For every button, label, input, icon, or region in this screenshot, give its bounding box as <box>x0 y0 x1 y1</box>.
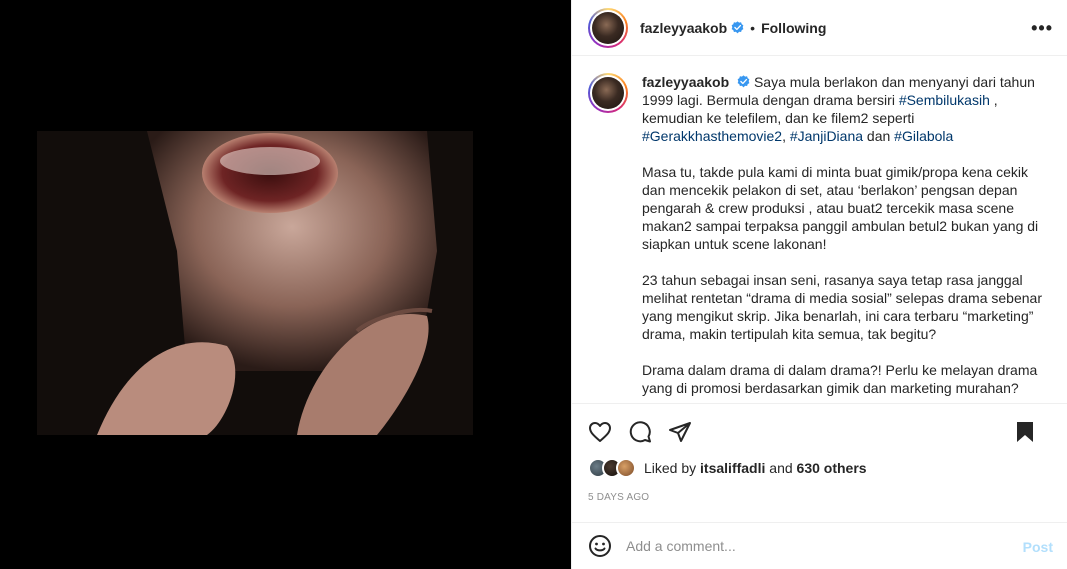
post-photo[interactable] <box>37 131 473 435</box>
hashtag-link[interactable]: #Gilabola <box>894 128 953 144</box>
likes-others-link[interactable]: 630 others <box>797 460 867 476</box>
post-header: fazleyyaakob • Following ••• <box>572 0 1067 56</box>
caption-paragraph: Masa tu, takde pula kami di minta buat g… <box>642 164 1039 252</box>
action-bar <box>572 403 1067 459</box>
caption-text: fazleyyaakob Saya mula berlakon dan meny… <box>642 73 1051 403</box>
hashtag-link[interactable]: #Sembilukasih <box>899 92 990 108</box>
header-separator: • <box>750 19 756 36</box>
hashtag-link[interactable]: #Gerakkhasthemovie2 <box>642 128 782 144</box>
author-avatar[interactable] <box>588 7 628 48</box>
caption-paragraph: 23 tahun sebagai insan seni, rasanya say… <box>642 272 1042 342</box>
heart-icon[interactable] <box>588 420 612 444</box>
caption-username[interactable]: fazleyyaakob <box>642 74 729 90</box>
likes-user-link[interactable]: itsaliffadli <box>700 460 765 476</box>
emoji-icon[interactable] <box>588 534 612 558</box>
post-media <box>0 0 571 569</box>
caption-p1-c: , <box>782 128 790 144</box>
liker-avatar[interactable] <box>616 458 636 478</box>
author-username[interactable]: fazleyyaakob <box>640 20 727 36</box>
likes-summary: Liked by itsaliffadli and 630 others <box>588 458 867 478</box>
comment-input[interactable] <box>626 538 1006 554</box>
following-button[interactable]: Following <box>761 20 826 36</box>
caption-avatar[interactable] <box>588 73 628 113</box>
likes-prefix: Liked by <box>644 460 701 476</box>
add-comment-bar: Post <box>572 522 1067 569</box>
post-timestamp[interactable]: 5 DAYS AGO <box>588 492 649 503</box>
share-icon[interactable] <box>668 420 692 444</box>
likes-middle: and <box>765 460 797 476</box>
verified-badge-icon <box>737 75 750 88</box>
bookmark-icon[interactable] <box>1013 420 1037 444</box>
caption-paragraph: Drama dalam drama di dalam drama?! Perlu… <box>642 362 1038 396</box>
post-side-panel: fazleyyaakob • Following ••• fazleyyaako… <box>571 0 1067 569</box>
caption-area: fazleyyaakob Saya mula berlakon dan meny… <box>572 57 1067 403</box>
caption-p1-d: dan <box>863 128 895 144</box>
comment-icon[interactable] <box>628 420 652 444</box>
post-viewer: fazleyyaakob • Following ••• fazleyyaako… <box>0 0 1067 569</box>
hashtag-link[interactable]: #JanjiDiana <box>790 128 863 144</box>
more-options-icon[interactable]: ••• <box>1031 18 1053 39</box>
verified-badge-icon <box>731 21 744 34</box>
post-comment-button[interactable]: Post <box>1023 539 1053 555</box>
photo-illustration <box>37 131 473 435</box>
